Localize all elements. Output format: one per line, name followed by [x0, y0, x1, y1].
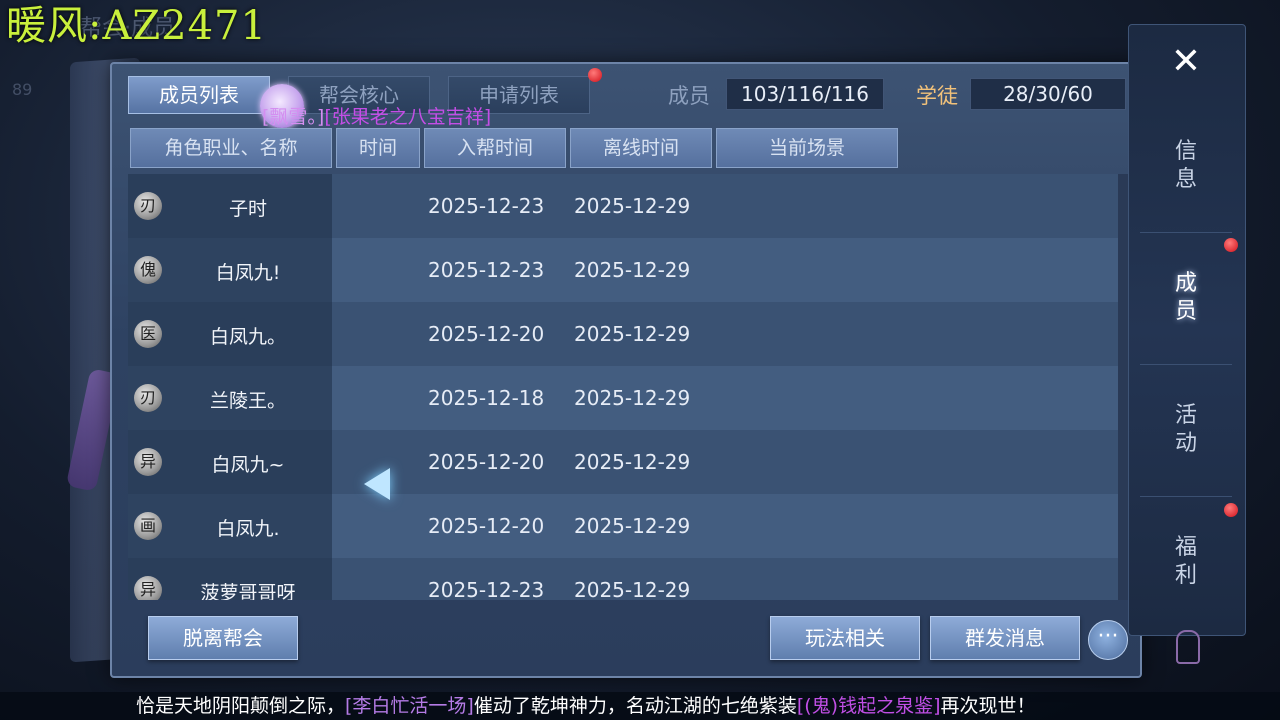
ticker-item-link[interactable]: [(鬼)钱起之泉鉴]: [797, 695, 941, 717]
table-row[interactable]: 傀 白凤九! 2025-12-23 2025-12-29: [128, 238, 1118, 302]
join-date: 2025-12-23: [428, 258, 545, 282]
table-row[interactable]: 医 白凤九。 2025-12-20 2025-12-29: [128, 302, 1118, 366]
nav-members-notification-dot: [1224, 238, 1238, 252]
member-name: 菠萝哥哥呀: [200, 582, 296, 600]
apprentice-count: 28/30/60: [970, 78, 1126, 110]
nav-divider: [1140, 364, 1232, 365]
nav-welfare-notification-dot: [1224, 503, 1238, 517]
ticker-player-link[interactable]: [李白忙活一场]: [345, 695, 474, 717]
class-icon: 画: [134, 512, 162, 540]
tassel-ornament: [1176, 630, 1200, 664]
table-row[interactable]: 刃 子时 2025-12-23 2025-12-29: [128, 174, 1118, 238]
list-scrollbar[interactable]: [1118, 174, 1128, 600]
class-icon: 异: [134, 448, 162, 476]
class-icon: 傀: [134, 256, 162, 284]
member-name: 白凤九.: [216, 518, 280, 540]
join-date: 2025-12-18: [428, 386, 545, 410]
notification-dot: [588, 68, 602, 82]
nav-activity-label: 活动: [1174, 403, 1197, 456]
nav-divider: [1140, 232, 1232, 233]
gameplay-button[interactable]: 玩法相关: [770, 616, 920, 660]
class-icon: 医: [134, 320, 162, 348]
join-date: 2025-12-20: [428, 322, 545, 346]
nav-members-label: 成员: [1174, 271, 1197, 324]
nav-divider: [1140, 496, 1232, 497]
members-label: 成员: [668, 84, 710, 108]
member-name: 白凤九!: [215, 262, 281, 284]
close-icon[interactable]: ✕: [1168, 44, 1204, 80]
member-name: 白凤九~: [211, 454, 285, 476]
header-role-name[interactable]: 角色职业、名称: [130, 128, 332, 168]
table-row[interactable]: 画 白凤九. 2025-12-20 2025-12-29: [128, 494, 1118, 558]
column-headers: 角色职业、名称 时间 入帮时间 离线时间 当前场景: [130, 128, 902, 168]
class-icon: 刃: [134, 192, 162, 220]
ticker-text-3: 再次现世！: [940, 695, 1036, 717]
join-date: 2025-12-20: [428, 514, 545, 538]
nav-welfare[interactable]: 福利: [1128, 534, 1244, 590]
guild-members-panel: 成员列表 帮会核心 申请列表 [飘雪。][张果老之八宝吉祥] 成员 103/11…: [110, 62, 1142, 678]
member-name: 子时: [228, 198, 267, 220]
header-offline-time[interactable]: 离线时间: [570, 128, 712, 168]
member-list[interactable]: 刃 子时 2025-12-23 2025-12-29 傀 白凤九! 2025-1…: [128, 174, 1118, 600]
system-ticker: 恰是天地阴阳颠倒之际，[李白忙活一场]催动了乾坤神力，名动江湖的七绝紫装[(鬼)…: [0, 692, 1280, 720]
scroll-left-arrow-icon[interactable]: [364, 468, 390, 500]
broadcast-item: [张果老之八宝吉祥]: [324, 106, 492, 128]
nav-activity[interactable]: 活动: [1128, 402, 1244, 458]
header-join-time[interactable]: 入帮时间: [424, 128, 566, 168]
class-icon: 刃: [134, 384, 162, 412]
table-row[interactable]: 异 菠萝哥哥呀 2025-12-23 2025-12-29: [128, 558, 1118, 600]
nav-info-label: 信息: [1174, 139, 1197, 192]
offline-date: 2025-12-29: [574, 386, 691, 410]
broadcast-player: [飘雪。]: [262, 106, 325, 128]
join-date: 2025-12-23: [428, 578, 545, 600]
nav-info[interactable]: 信息: [1128, 138, 1244, 194]
group-message-button[interactable]: 群发消息: [930, 616, 1080, 660]
background-number: 89: [12, 80, 33, 99]
offline-date: 2025-12-29: [574, 258, 691, 282]
nav-members[interactable]: 成员: [1128, 270, 1244, 326]
offline-date: 2025-12-29: [574, 578, 691, 600]
table-row[interactable]: 刃 兰陵王。 2025-12-18 2025-12-29: [128, 366, 1118, 430]
ticker-text-1: 恰是天地阴阳颠倒之际，: [136, 695, 346, 717]
join-date: 2025-12-23: [428, 194, 545, 218]
members-count: 103/116/116: [726, 78, 884, 110]
more-options-icon[interactable]: ···: [1088, 620, 1128, 660]
nav-welfare-label: 福利: [1174, 535, 1197, 588]
apprentice-label: 学徒: [916, 84, 958, 108]
offline-date: 2025-12-29: [574, 194, 691, 218]
join-date: 2025-12-20: [428, 450, 545, 474]
member-name: 白凤九。: [209, 326, 286, 348]
class-icon: 异: [134, 576, 162, 600]
header-time[interactable]: 时间: [336, 128, 420, 168]
header-current-scene[interactable]: 当前场景: [716, 128, 898, 168]
offline-date: 2025-12-29: [574, 322, 691, 346]
ticker-text-2: 催动了乾坤神力，名动江湖的七绝紫装: [473, 695, 797, 717]
leave-guild-button[interactable]: 脱离帮会: [148, 616, 298, 660]
tab-member-list[interactable]: 成员列表: [128, 76, 270, 114]
table-row[interactable]: 异 白凤九~ 2025-12-20 2025-12-29: [128, 430, 1118, 494]
offline-date: 2025-12-29: [574, 450, 691, 474]
offline-date: 2025-12-29: [574, 514, 691, 538]
member-name: 兰陵王。: [209, 390, 286, 412]
streamer-watermark: 暖风:AZ2471: [6, 3, 267, 49]
